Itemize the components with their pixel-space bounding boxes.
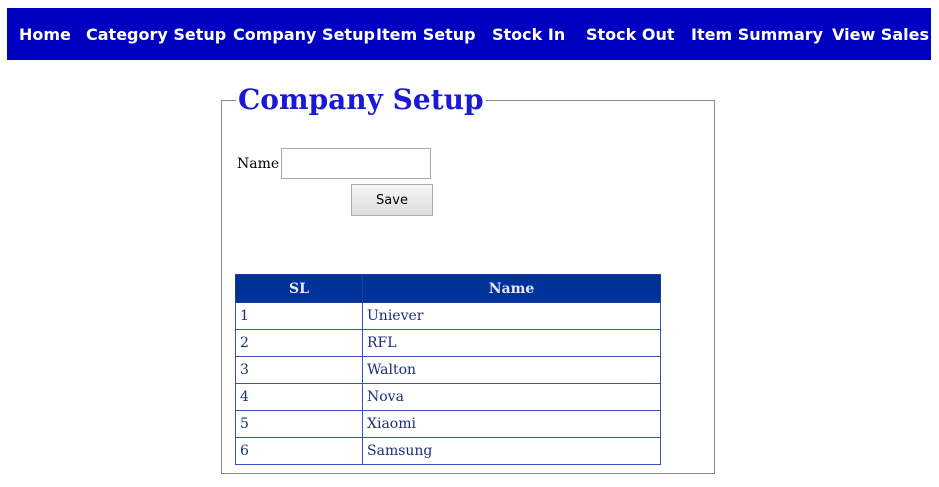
table-header-row: SL Name	[235, 274, 661, 303]
table-row: 6 Samsung	[235, 437, 661, 465]
cell-sl: 4	[235, 383, 363, 411]
company-table: SL Name 1 Uniever 2 RFL 3 Walton 4 Nova …	[235, 274, 661, 465]
cell-name: Samsung	[362, 437, 661, 465]
column-header-sl: SL	[235, 274, 363, 303]
name-label: Name	[237, 156, 280, 172]
table-row: 5 Xiaomi	[235, 410, 661, 438]
cell-sl: 1	[235, 302, 363, 330]
nav-category-setup[interactable]: Category Setup	[86, 25, 226, 44]
cell-name: RFL	[362, 329, 661, 357]
cell-name: Xiaomi	[362, 410, 661, 438]
table-row: 3 Walton	[235, 356, 661, 384]
cell-sl: 2	[235, 329, 363, 357]
save-button[interactable]: Save	[351, 184, 433, 216]
column-header-name: Name	[362, 274, 661, 303]
table-row: 4 Nova	[235, 383, 661, 411]
nav-home[interactable]: Home	[19, 25, 71, 44]
cell-name: Nova	[362, 383, 661, 411]
nav-stock-in[interactable]: Stock In	[492, 25, 565, 44]
nav-view-sales[interactable]: View Sales	[832, 25, 929, 44]
name-input[interactable]	[281, 148, 431, 179]
cell-sl: 5	[235, 410, 363, 438]
cell-name: Walton	[362, 356, 661, 384]
table-row: 2 RFL	[235, 329, 661, 357]
cell-sl: 3	[235, 356, 363, 384]
top-nav-bar: Home Category Setup Company Setup Item S…	[7, 8, 931, 60]
table-row: 1 Uniever	[235, 302, 661, 330]
nav-item-setup[interactable]: Item Setup	[376, 25, 476, 44]
nav-item-summary[interactable]: Item Summary	[691, 25, 823, 44]
nav-stock-out[interactable]: Stock Out	[586, 25, 675, 44]
cell-name: Uniever	[362, 302, 661, 330]
cell-sl: 6	[235, 437, 363, 465]
nav-company-setup[interactable]: Company Setup	[233, 25, 375, 44]
page-title: Company Setup	[238, 83, 484, 116]
